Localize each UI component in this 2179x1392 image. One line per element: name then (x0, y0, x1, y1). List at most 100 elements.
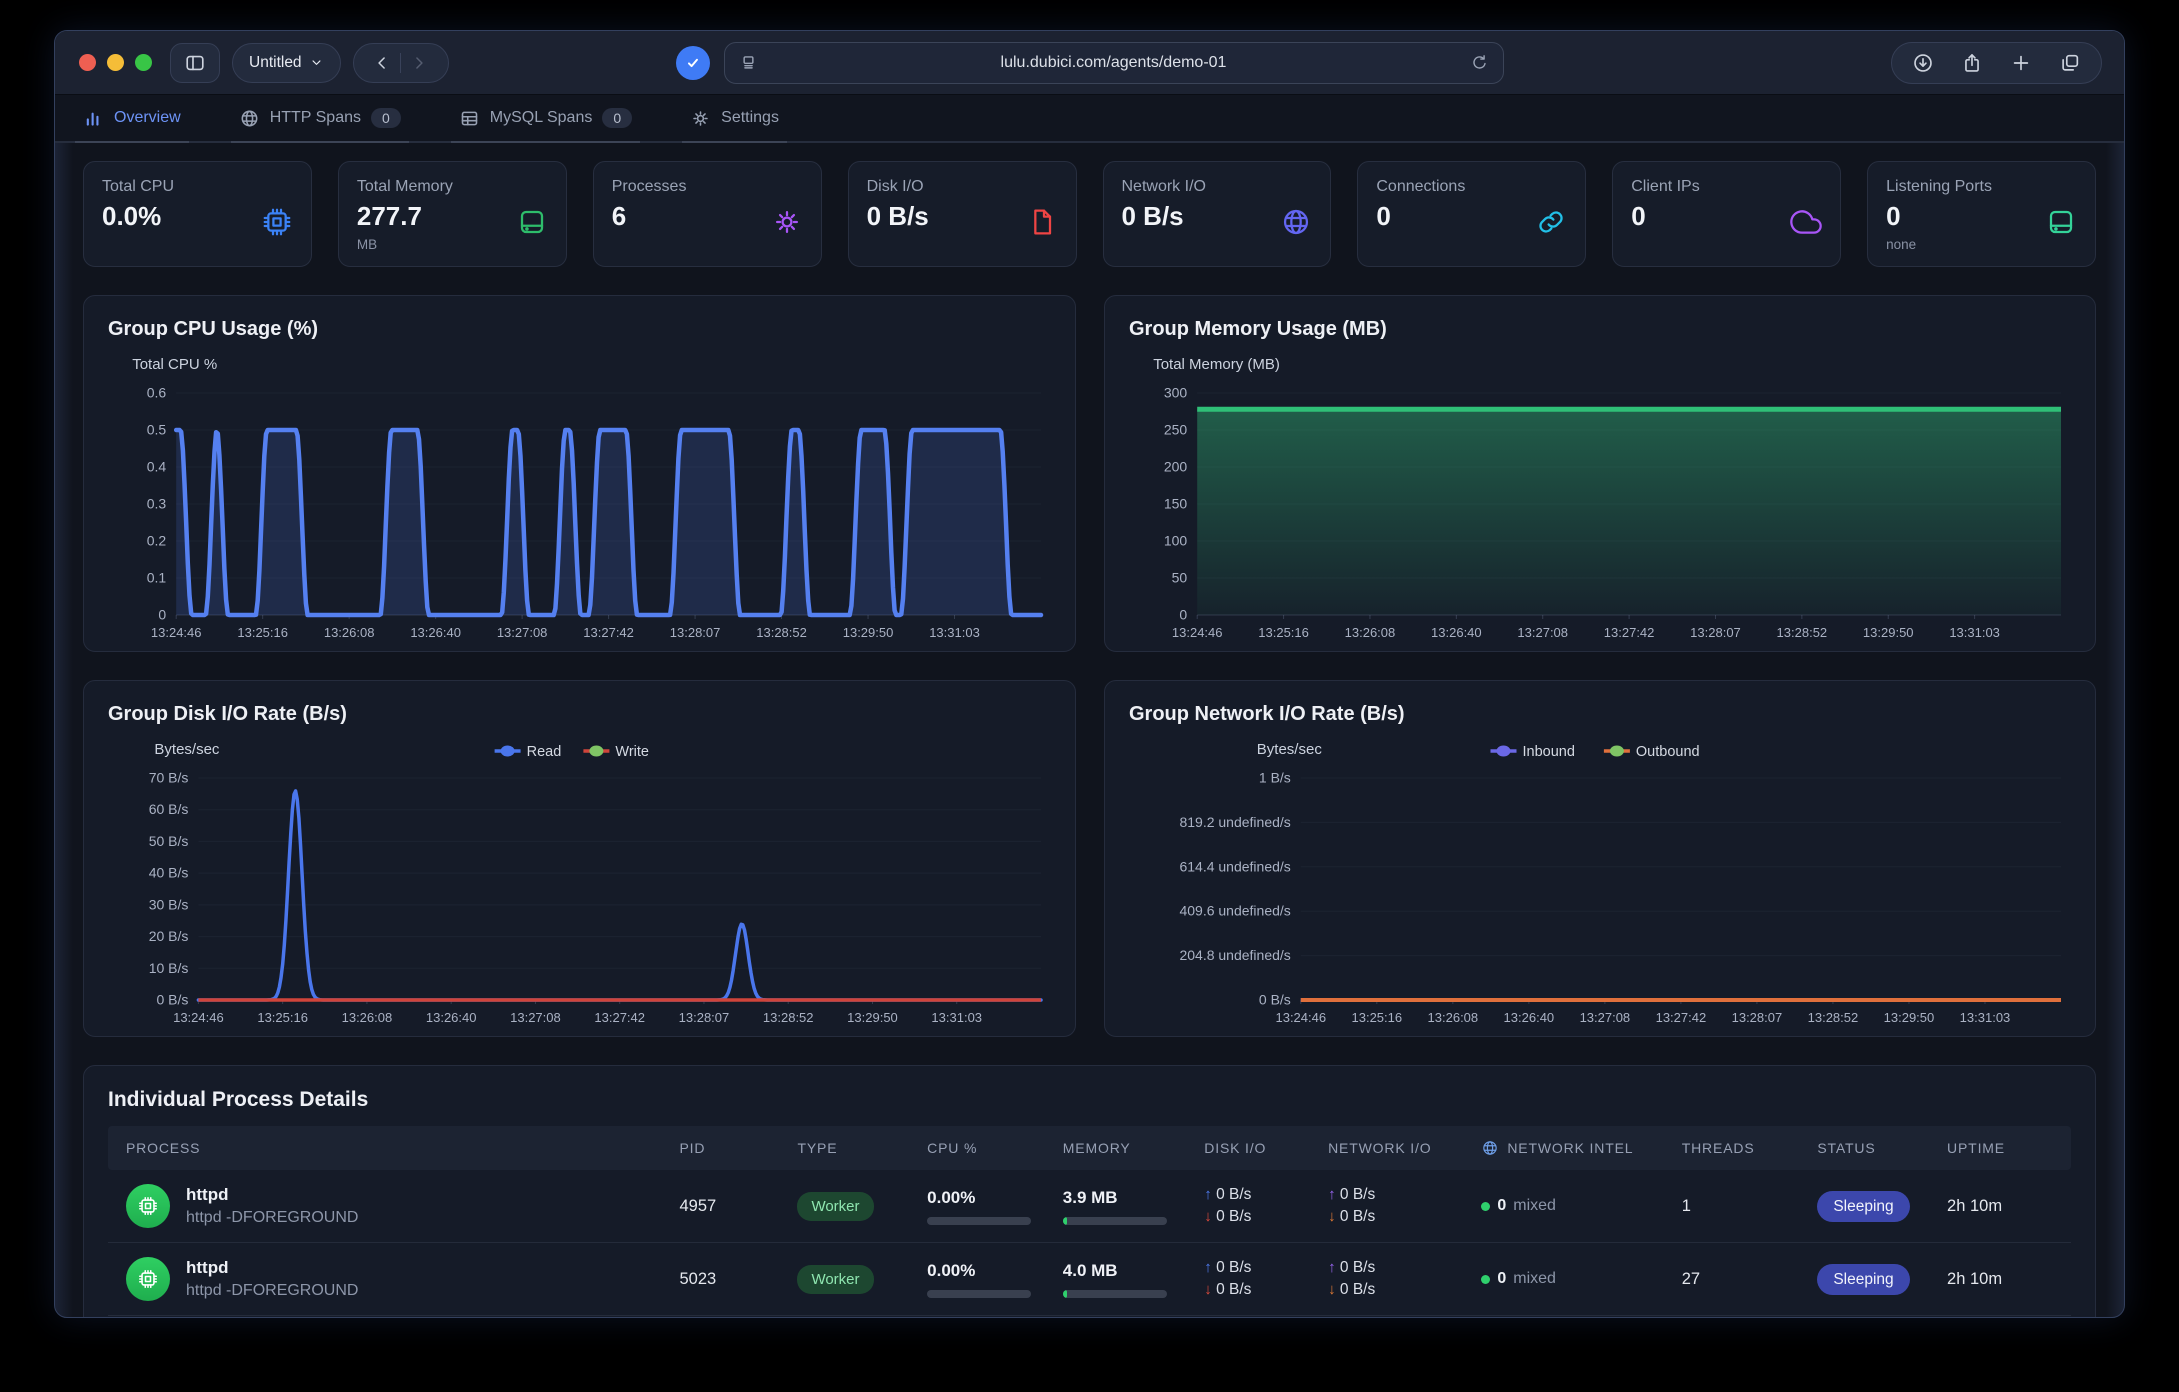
tab-mysql-spans[interactable]: MySQL Spans0 (459, 95, 632, 141)
svg-text:13:28:52: 13:28:52 (1777, 625, 1828, 640)
forward-button[interactable] (409, 53, 429, 73)
downloads-button[interactable] (1912, 52, 1934, 74)
svg-text:13:27:08: 13:27:08 (510, 1010, 561, 1025)
zoom-window-button[interactable] (135, 54, 152, 71)
sidebar-icon (184, 52, 206, 74)
group-network-chart[interactable]: 1 B/s819.2 undefined/s614.4 undefined/s4… (1129, 734, 2071, 1030)
network-down-rate: 0 B/s (1340, 1208, 1375, 1225)
svg-text:0.4: 0.4 (147, 459, 167, 475)
nav-divider (400, 53, 401, 73)
svg-text:13:27:42: 13:27:42 (1604, 625, 1655, 640)
card-subtext: none (1886, 237, 2077, 252)
column-header-threads[interactable]: THREADS (1682, 1140, 1806, 1156)
chevron-down-icon (309, 55, 324, 70)
tab-overview-button[interactable] (2059, 52, 2081, 74)
svg-text:Write: Write (615, 744, 649, 760)
minimize-window-button[interactable] (107, 54, 124, 71)
arrow-down-icon: ↓ (1204, 1281, 1212, 1298)
svg-text:250: 250 (1164, 422, 1188, 438)
group-memory-chart[interactable]: 30025020015010050013:24:4613:25:1613:26:… (1129, 349, 2071, 645)
column-label: MEMORY (1063, 1140, 1131, 1156)
stat-card-total-cpu: Total CPU0.0% (83, 161, 312, 267)
svg-text:50: 50 (1172, 570, 1188, 586)
process-status-badge: Sleeping (1817, 1264, 1909, 1295)
link-icon (1535, 206, 1567, 238)
svg-text:13:26:40: 13:26:40 (410, 625, 461, 640)
svg-text:13:27:42: 13:27:42 (1656, 1010, 1707, 1025)
column-label: NETWORK I/O (1328, 1140, 1431, 1156)
table-header: PROCESS PID TYPE CPU % MEMORY DISK I/O NETWORK… (108, 1126, 2071, 1170)
share-button[interactable] (1961, 52, 1983, 74)
tab-count-badge: 0 (602, 108, 632, 128)
process-pid: 4957 (680, 1197, 786, 1216)
tab-settings[interactable]: Settings (690, 95, 779, 141)
back-button[interactable] (372, 53, 392, 73)
svg-text:13:28:52: 13:28:52 (1808, 1010, 1859, 1025)
column-header-status[interactable]: STATUS (1817, 1140, 1935, 1156)
column-header-network-i-o[interactable]: NETWORK I/O (1328, 1140, 1469, 1156)
svg-text:13:29:50: 13:29:50 (847, 1010, 898, 1025)
table-icon (459, 108, 480, 129)
group-memory-panel: Group Memory Usage (MB) 3002502001501005… (1104, 295, 2096, 652)
extension-check-badge[interactable] (676, 46, 710, 80)
close-window-button[interactable] (79, 54, 96, 71)
network-down-rate: 0 B/s (1340, 1281, 1375, 1298)
column-label: PID (680, 1140, 706, 1156)
table-row[interactable]: httpd↑ 0 B/s↑ 0 B/s (108, 1316, 2071, 1318)
tab-overview[interactable]: Overview (83, 95, 181, 141)
process-uptime: 2h 10m (1947, 1270, 2053, 1289)
check-icon (684, 54, 702, 72)
svg-text:40 B/s: 40 B/s (149, 865, 189, 881)
new-tab-button[interactable] (2010, 52, 2032, 74)
svg-text:13:29:50: 13:29:50 (843, 625, 894, 640)
column-header-network-intel[interactable]: NETWORK INTEL (1481, 1139, 1669, 1157)
intel-count: 0 (1497, 1197, 1506, 1215)
svg-text:13:28:07: 13:28:07 (1690, 625, 1741, 640)
gear-icon (771, 206, 803, 238)
table-row[interactable]: httpdhttpd -DFOREGROUND5023Worker0.00%4.… (108, 1243, 2071, 1316)
svg-text:30 B/s: 30 B/s (149, 896, 189, 912)
svg-text:200: 200 (1164, 459, 1188, 475)
charts-grid: Group CPU Usage (%) 0.60.50.40.30.20.101… (83, 295, 2096, 1037)
sidebar-toggle-button[interactable] (170, 43, 220, 83)
gear-icon (690, 108, 711, 129)
svg-text:0 B/s: 0 B/s (1259, 992, 1291, 1008)
svg-text:13:25:16: 13:25:16 (257, 1010, 308, 1025)
column-header-process[interactable]: PROCESS (126, 1140, 668, 1156)
svg-text:13:27:08: 13:27:08 (1580, 1010, 1631, 1025)
window-title-dropdown[interactable]: Untitled (232, 43, 341, 83)
group-cpu-chart[interactable]: 0.60.50.40.30.20.1013:24:4613:25:1613:26… (108, 349, 1051, 645)
column-header-memory[interactable]: MEMORY (1063, 1140, 1192, 1156)
svg-text:13:26:08: 13:26:08 (1345, 625, 1396, 640)
group-network-panel: Group Network I/O Rate (B/s) 1 B/s819.2 … (1104, 680, 2096, 1037)
svg-text:13:31:03: 13:31:03 (1949, 625, 2000, 640)
process-threads: 1 (1682, 1197, 1806, 1216)
svg-text:Total Memory (MB): Total Memory (MB) (1153, 356, 1280, 373)
history-nav (353, 43, 449, 83)
column-header-type[interactable]: TYPE (797, 1140, 915, 1156)
svg-text:0.5: 0.5 (147, 422, 167, 438)
stat-card-connections: Connections0 (1357, 161, 1586, 267)
cloud-icon (1790, 206, 1822, 238)
svg-text:13:27:08: 13:27:08 (497, 625, 548, 640)
stat-cards-row: Total CPU0.0%Total Memory277.7MBProcesse… (83, 161, 2096, 267)
column-header-pid[interactable]: PID (680, 1140, 786, 1156)
column-label: CPU % (927, 1140, 977, 1156)
tab-http-spans[interactable]: HTTP Spans0 (239, 95, 401, 141)
group-disk-chart[interactable]: 70 B/s60 B/s50 B/s40 B/s30 B/s20 B/s10 B… (108, 734, 1051, 1030)
svg-text:0.3: 0.3 (147, 496, 167, 512)
svg-text:0.1: 0.1 (147, 570, 167, 586)
svg-text:0 B/s: 0 B/s (156, 992, 188, 1008)
svg-text:Bytes/sec: Bytes/sec (154, 741, 220, 758)
address-bar[interactable]: lulu.dubici.com/agents/demo-01 (724, 42, 1504, 84)
process-icon (126, 1257, 170, 1301)
column-header-cpu-[interactable]: CPU % (927, 1140, 1051, 1156)
column-header-uptime[interactable]: UPTIME (1947, 1140, 2053, 1156)
table-row[interactable]: httpdhttpd -DFOREGROUND4957Worker0.00%3.… (108, 1170, 2071, 1243)
arrow-up-icon: ↑ (1204, 1186, 1212, 1203)
card-label: Client IPs (1631, 178, 1822, 196)
reload-icon[interactable] (1470, 53, 1489, 72)
svg-text:13:24:46: 13:24:46 (1275, 1010, 1326, 1025)
column-header-disk-i-o[interactable]: DISK I/O (1204, 1140, 1316, 1156)
cpu-progress-bar (927, 1290, 1031, 1298)
